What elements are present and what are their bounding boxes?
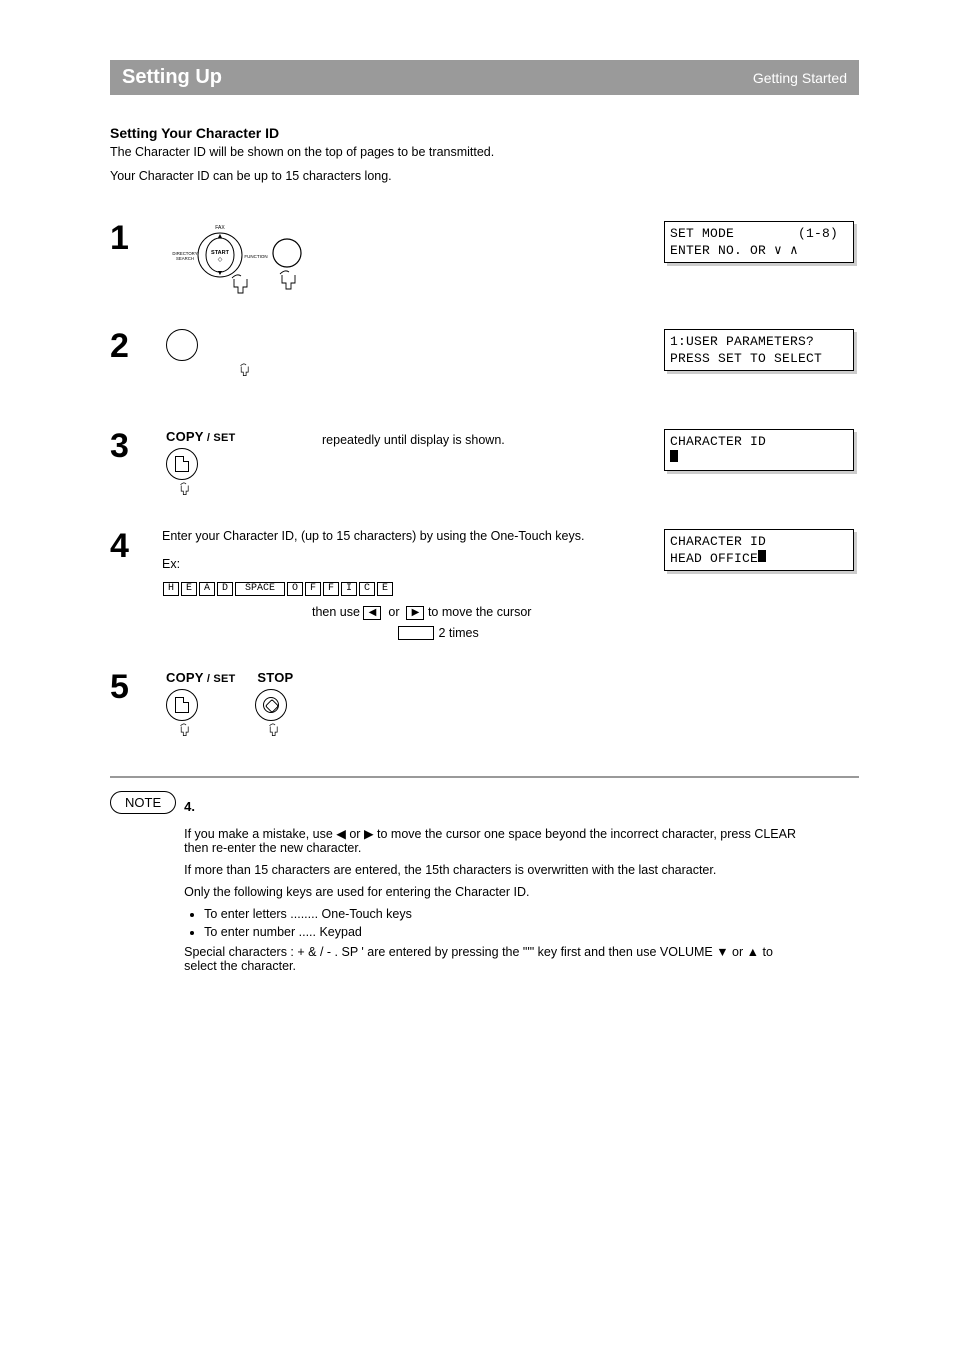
lcd-line: 1:USER PARAMETERS? [670,334,814,349]
svg-text:FAX: FAX [215,225,225,231]
note-item-1: If you make a mistake, use ◀ or ▶ to mov… [184,826,804,855]
header-title: Setting Up [122,66,222,88]
copy-set-button-icon [166,448,198,480]
divider [110,776,859,779]
step-number: 1 [110,221,162,255]
step-3-text: repeatedly until display is shown. [322,429,664,496]
section-heading: Setting Your Character ID [110,125,859,141]
round-button-icon [166,329,198,361]
key-repeat-label: 2 times [438,626,478,640]
key-C: C [359,582,375,596]
lcd-line: CHARACTER ID [670,434,766,449]
key-A: A [199,582,215,596]
note-item-3: Only the following keys are used for ent… [184,885,804,899]
svg-text:FUNCTION: FUNCTION [244,254,267,259]
press-hand-icon [177,482,191,496]
step-5: 5 COPY / SET STOP [110,670,859,740]
cursor-icon [758,550,766,562]
key-SPACE: SPACE [235,582,285,596]
step-number: 4 [110,529,162,563]
lcd-line: ENTER NO. OR ∨ ∧ [670,243,798,258]
step-number: 3 [110,429,162,463]
stop-button-icon [255,689,287,721]
lcd-display: CHARACTER ID [664,429,854,471]
key-E2: E [377,582,393,596]
svg-text:START: START [211,250,230,256]
cursor-icon [670,450,678,462]
note-body: 4. If you make a mistake, use ◀ or ▶ to … [184,791,804,981]
key-H: H [163,582,179,596]
document-icon [175,697,189,713]
lcd-display: 1:USER PARAMETERS? PRESS SET TO SELECT [664,329,854,371]
step-2: 2 1:USER PARAMETERS? PRESS SET TO SELECT [110,329,859,399]
stop-label: STOP [257,670,293,685]
lcd-line: HEAD OFFICE [670,551,758,566]
lcd-line: PRESS SET TO SELECT [670,351,822,366]
key-repeat [398,626,434,640]
note-item-2: If more than 15 characters are entered, … [184,863,804,877]
press-hand-icon [177,723,191,737]
intro-line-2: Your Character ID can be up to 15 charac… [110,169,859,183]
lcd-line: SET MODE (1-8) [670,226,838,241]
svg-text:SEARCH: SEARCH [176,256,194,261]
svg-text:◇: ◇ [218,257,223,263]
note-item-special: Special characters : + & / - . SP ' are … [184,945,804,973]
copy-set-label: COPY / SET [166,673,235,685]
key-F: F [305,582,321,596]
step-number: 5 [110,670,162,704]
copy-set-label: COPY / SET [166,432,235,444]
step-3: 3 COPY / SET repeatedly until display is… [110,429,859,499]
header-bar: Setting Up Getting Started [110,60,859,95]
svg-text:▲: ▲ [217,233,224,240]
arrow-hint-post: to move the cursor [428,605,532,619]
arrow-hint-pre: then use [312,605,363,619]
key-O: O [287,582,303,596]
lcd-line: CHARACTER ID [670,534,766,549]
step-number: 2 [110,329,162,363]
key-F2: F [323,582,339,596]
step-1: 1 FAX START ◇ DIRECTORY SEARCH FUNCTION … [110,221,859,299]
note-bullet-numbers: To enter number ..... Keypad [204,925,804,939]
note-bullet-letters: To enter letters ........ One-Touch keys [204,907,804,921]
arrow-left-key-icon: ◀ [363,606,381,620]
step-4-instruction: Enter your Character ID, (up to 15 chara… [162,529,664,571]
svg-text:▼: ▼ [217,270,224,277]
step-4: 4 Enter your Character ID, (up to 15 cha… [110,529,859,640]
lcd-display: SET MODE (1-8) ENTER NO. OR ∨ ∧ [664,221,854,263]
directory-start-function-icon: FAX START ◇ DIRECTORY SEARCH FUNCTION ▲ … [162,221,312,299]
key-D: D [217,582,233,596]
lcd-display: CHARACTER ID HEAD OFFICE [664,529,854,571]
note-pill: NOTE [110,791,176,814]
note-subhead: 4. [184,799,804,814]
arrow-right-key-icon: ▶ [406,606,424,620]
press-hand-icon [237,363,251,377]
key-I: I [341,582,357,596]
document-icon [175,456,189,472]
press-hand-icon [266,723,280,737]
stop-glyph-icon [263,697,279,713]
header-right: Getting Started [753,66,847,86]
key-E: E [181,582,197,596]
intro-line-1: The Character ID will be shown on the to… [110,145,859,159]
copy-set-button-icon [166,689,198,721]
